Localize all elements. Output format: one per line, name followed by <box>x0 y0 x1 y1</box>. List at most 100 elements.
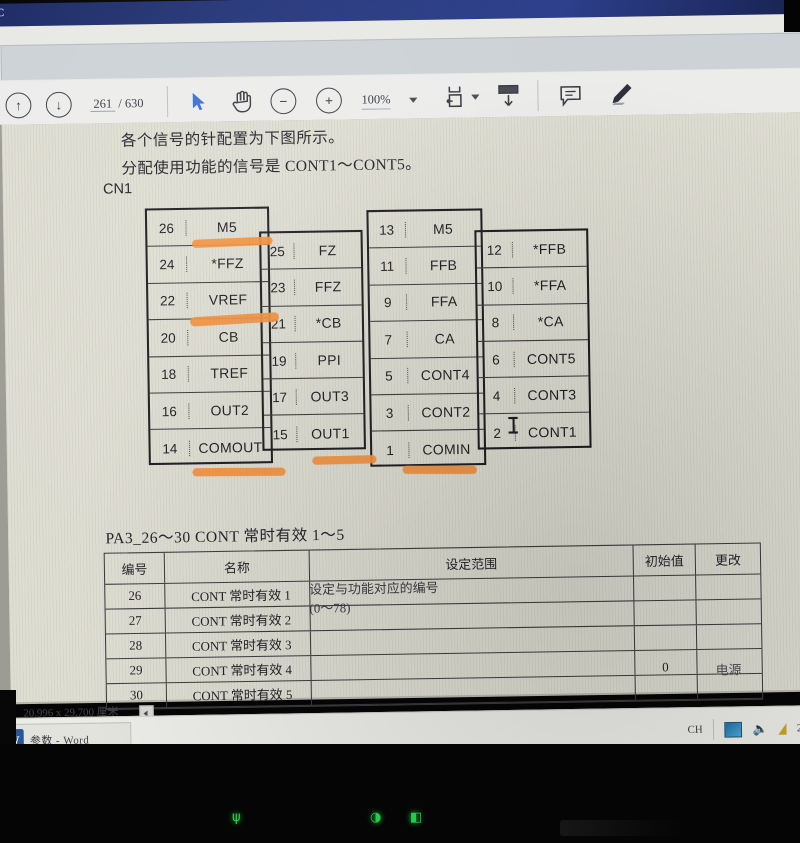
pin-column-4: 12 *FFB 10 *FFA 8 *CA 6 CONT5 4 CONT3 2 CONT1 <box>474 228 592 451</box>
speaker-icon[interactable]: 🔈 <box>752 721 768 736</box>
header-cell-name: 名称 <box>164 550 311 583</box>
header-cell-change: 更改 <box>714 553 741 569</box>
pin-number: 14 <box>150 440 191 457</box>
pin-number: 9 <box>369 294 407 312</box>
mic-led-icon: ψ <box>232 810 241 825</box>
pin-signal-name: M5 <box>216 219 238 235</box>
tray-divider-1 <box>712 719 715 740</box>
cell-initial <box>635 674 699 700</box>
header-cell-no: 编号 <box>104 552 166 584</box>
pin-row: 17 OUT3 <box>263 378 364 417</box>
pin-number: 17 <box>263 389 297 406</box>
pin-signal-name: OUT3 <box>310 388 350 405</box>
pin-signal-name: FFZ <box>314 278 342 295</box>
device-logo <box>560 820 680 836</box>
pin-row: 4 CONT3 <box>478 376 589 415</box>
ime-indicator[interactable]: CH <box>688 724 703 736</box>
pin-number: 12 <box>476 241 513 258</box>
pin-number: 24 <box>147 256 188 273</box>
pin-number: 15 <box>264 426 298 443</box>
pin-signal-name: CA <box>434 330 455 347</box>
bezel-left <box>0 690 16 750</box>
fit-chevron-down-icon[interactable] <box>471 94 480 100</box>
pin-row: 21 *CB <box>262 305 363 344</box>
pin-row: 6 CONT5 <box>478 340 589 379</box>
connector-pin-diagram: 26 M5 24 *FFZ 22 VREF 20 CB 18 TREF 16 OUT2 14 COMOUT… <box>144 201 605 488</box>
cell-change <box>697 624 762 649</box>
pin-signal-name: CB <box>218 329 239 345</box>
cell-no: 28 <box>105 633 167 659</box>
select-tool-icon[interactable] <box>191 92 208 117</box>
pin-row: 18 TREF <box>149 355 270 394</box>
pin-signal-name: VREF <box>208 292 248 309</box>
scroll-mode-icon[interactable] <box>497 84 520 114</box>
cell-range <box>311 651 636 680</box>
page-number-indicator[interactable]: 261 / 630 <box>90 96 144 113</box>
power-led-icon: ◑ <box>370 810 382 825</box>
pin-column-2: 25 FZ 23 FFZ 21 *CB 19 PPI 17 OUT3 15 OUT1 <box>259 229 366 451</box>
pin-row: 25 FZ <box>261 231 362 271</box>
pin-signal-name: CONT4 <box>420 367 470 384</box>
network-monitor-icon[interactable] <box>724 721 743 738</box>
pin-row: 11 FFB <box>369 247 482 286</box>
pin-row: 5 CONT4 <box>370 356 484 396</box>
change-value-cell: 电源 <box>715 662 742 678</box>
bezel-right <box>784 0 800 32</box>
range-description: 设定与功能对应的编号 (0～78) <box>309 576 599 618</box>
pin-number: 20 <box>148 329 189 346</box>
cell-no: 27 <box>105 608 166 634</box>
cell-range <box>311 675 636 705</box>
pin-column-3: 13 M5 11 FFB 9 FFA 7 CA 5 CONT4 3 CONT2 1 COMIN <box>366 208 487 467</box>
pin-signal-name: *FFB <box>532 240 567 257</box>
cell-change <box>696 575 761 600</box>
pin-row: 23 FFZ <box>261 268 362 307</box>
fit-width-icon <box>446 86 462 108</box>
pin-signal-name: CONT2 <box>421 403 471 421</box>
highlighter-pen-icon[interactable] <box>608 82 635 112</box>
pin-number: 23 <box>261 279 295 296</box>
pin-row: 10 *FFA <box>477 267 588 306</box>
hand-tool-icon[interactable] <box>231 89 254 118</box>
pin-number: 16 <box>149 403 190 420</box>
pin-signal-name: FFB <box>429 257 458 274</box>
highlight-stroke-3 <box>192 467 286 477</box>
pin-number: 19 <box>263 352 297 369</box>
initial-value-cell: 0 <box>662 659 669 675</box>
pin-number: 4 <box>478 387 516 404</box>
monitor-screen: DC x ↑ ↓ 261 / 630 − + 100% <box>0 0 800 795</box>
comment-bubble-icon[interactable] <box>559 85 582 112</box>
pin-row: 2 CONT1 <box>479 413 589 451</box>
pin-signal-name: FZ <box>318 242 337 259</box>
pin-number: 1 <box>372 441 410 459</box>
current-page-input[interactable]: 261 <box>90 96 116 113</box>
pin-row: 12 *FFB <box>476 230 587 269</box>
pin-signal-name: *FFA <box>533 277 567 294</box>
parameter-table: 编号 名称 设定范围 初始值 更改 26 CONT 常时有效 1 27 CONT 常时… <box>103 542 764 711</box>
highlight-stroke-5 <box>402 465 478 475</box>
cell-name: CONT 常时有效 3 <box>165 631 312 658</box>
pin-signal-name: *CA <box>537 313 564 330</box>
pin-signal-name: COMOUT <box>198 439 263 456</box>
connector-label: CN1 <box>102 179 133 197</box>
zoom-level-label[interactable]: 100% <box>361 91 391 110</box>
pin-row: 24 *FFZ <box>147 245 269 284</box>
pin-number: 5 <box>370 368 408 385</box>
zoom-chevron-down-icon[interactable] <box>409 97 418 103</box>
pin-row: 14 COMOUT <box>150 428 271 467</box>
header-cell-initial: 初始值 <box>633 544 697 576</box>
pin-signal-name: CONT1 <box>527 423 578 441</box>
signal-bars-icon[interactable] <box>778 722 787 735</box>
pin-number: 13 <box>368 221 406 238</box>
pin-row: 3 CONT2 <box>371 393 484 432</box>
cell-initial <box>634 625 698 651</box>
zoom-control[interactable]: 100% <box>361 91 418 110</box>
fit-width-control[interactable] <box>445 85 480 108</box>
app-title: DC <box>0 6 6 20</box>
pin-number: 7 <box>370 331 408 348</box>
i-beam-cursor-icon <box>508 416 518 434</box>
device-led-row: ψ ◑ ◧ <box>0 800 800 840</box>
cell-initial <box>634 600 697 626</box>
cell-no: 26 <box>105 583 166 609</box>
pin-signal-name: M5 <box>432 220 454 237</box>
parameter-table-title: PA3_26～30 CONT 常时有效 1～5 <box>105 527 345 548</box>
